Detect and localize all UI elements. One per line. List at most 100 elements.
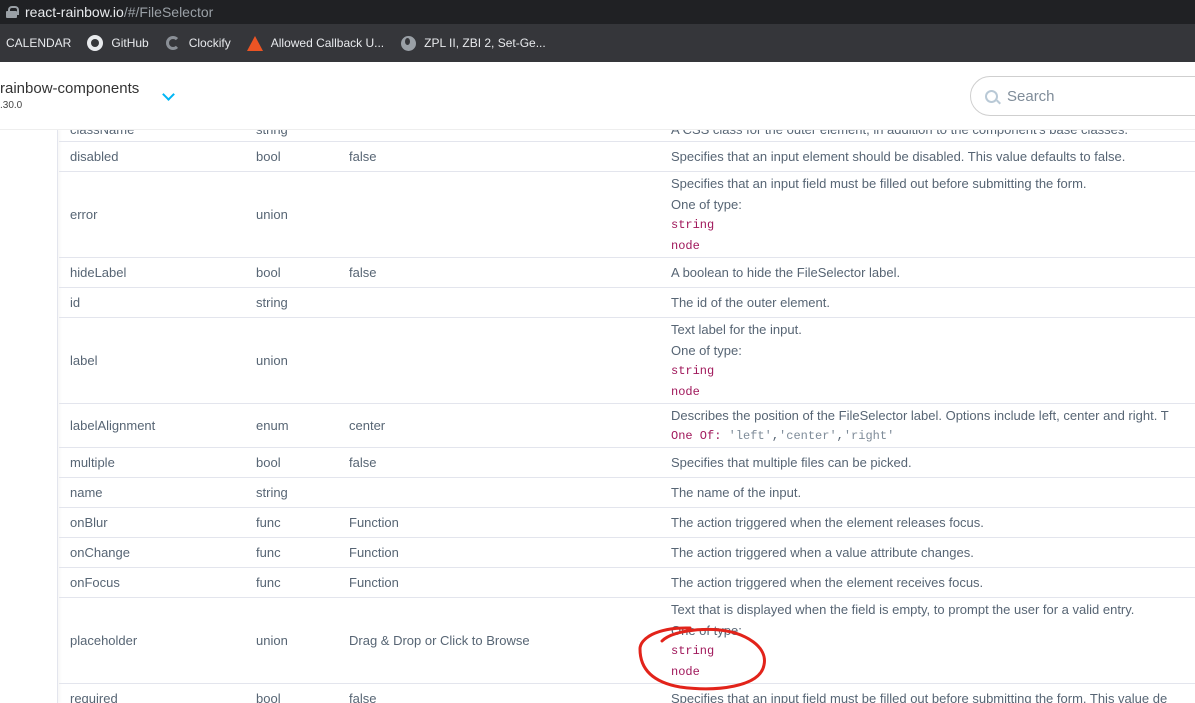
prop-default: false — [349, 149, 377, 164]
description-line: Specifies that an input element should b… — [671, 149, 1126, 164]
table-row: labelAlignment enum center Describes the po… — [59, 404, 1195, 448]
table-row: name string The name of the input. — [59, 478, 1195, 508]
prop-default: Function — [349, 575, 399, 590]
prop-name: disabled — [70, 149, 119, 164]
description-line: A boolean to hide the FileSelector label… — [671, 265, 901, 280]
prop-name: className — [70, 130, 134, 141]
description-line: The id of the outer element. — [671, 295, 830, 310]
brand[interactable]: rainbow-components .30.0 — [0, 80, 139, 111]
search-icon — [985, 89, 998, 103]
search-box[interactable] — [970, 76, 1195, 116]
type-code: node — [671, 384, 700, 399]
description-line: The action triggered when the element re… — [671, 575, 984, 590]
enum-label: One Of: — [671, 428, 722, 443]
prop-name: error — [70, 207, 98, 222]
bookmark-3[interactable]: Allowed Callback U... — [246, 35, 385, 51]
type-code: string — [671, 643, 715, 658]
table-row: onChange func Function The action triggered… — [59, 538, 1195, 568]
table-row: hideLabel bool false A boolean to hide the … — [59, 258, 1195, 288]
prop-type: func — [256, 515, 281, 530]
lock-icon — [6, 6, 19, 18]
prop-description: Specifies that an input field must be fi… — [671, 684, 1167, 703]
bookmark-1[interactable]: GitHub — [87, 35, 149, 51]
sidebar-edge — [0, 130, 58, 703]
bookmark-0[interactable]: CALENDAR — [6, 36, 71, 50]
type-code: string — [671, 217, 715, 232]
table-row: required bool false Specifies that an input… — [59, 684, 1195, 703]
prop-default: Function — [349, 545, 399, 560]
table-row: label union Text label for the input. One o… — [59, 318, 1195, 404]
prop-description: Specifies that an input field must be fi… — [671, 172, 1087, 257]
prop-description: The action triggered when the element re… — [671, 568, 983, 597]
prop-default: Function — [349, 515, 399, 530]
table-row: placeholder union Drag & Drop or Click to … — [59, 598, 1195, 684]
url-text[interactable]: react-rainbow.io/#/FileSelector — [25, 4, 213, 20]
version-label: .30.0 — [0, 100, 23, 111]
bookmark-label: Clockify — [188, 36, 231, 50]
prop-type: string — [256, 295, 288, 310]
prop-default: false — [349, 455, 377, 470]
description-line: Specifies that an input field must be fi… — [671, 691, 1168, 703]
type-code: node — [671, 664, 700, 679]
bookmark-2[interactable]: Clockify — [165, 35, 231, 51]
bookmark-label: CALENDAR — [6, 36, 72, 50]
description-line: A CSS class for the outer element, in ad… — [671, 130, 1128, 140]
table-row: onFocus func Function The action triggered … — [59, 568, 1195, 598]
prop-name: multiple — [70, 455, 115, 470]
table-row: disabled bool false Specifies that an input… — [59, 142, 1195, 172]
enum-value: 'left' — [728, 428, 772, 443]
prop-name: labelAlignment — [70, 418, 156, 433]
prop-type: string — [256, 130, 288, 141]
prop-name: placeholder — [70, 633, 138, 648]
prop-name: hideLabel — [70, 265, 127, 280]
description-line: The name of the input. — [671, 485, 802, 500]
description-line: The action triggered when a value attrib… — [671, 545, 974, 560]
prop-type: bool — [256, 455, 281, 470]
prop-description: The id of the outer element. — [671, 288, 830, 317]
prop-type: bool — [256, 149, 281, 164]
bookmark-label: Allowed Callback U... — [270, 36, 385, 50]
description-line: One of type: — [671, 342, 742, 358]
table-row: id string The id of the outer element. — [59, 288, 1195, 318]
description-line: One of type: — [671, 622, 742, 638]
description-line: Text that is displayed when the field is… — [671, 601, 1135, 617]
prop-default: Drag & Drop or Click to Browse — [349, 633, 530, 648]
bookmark-label: ZPL II, ZBI 2, Set-Ge... — [424, 36, 546, 50]
prop-default: false — [349, 691, 377, 703]
prop-description: Text label for the input. One of type: str… — [671, 318, 802, 403]
prop-type: union — [256, 633, 288, 648]
bookmark-4[interactable]: ZPL II, ZBI 2, Set-Ge... — [400, 35, 546, 51]
table-row: onBlur func Function The action triggered w… — [59, 508, 1195, 538]
prop-type: func — [256, 545, 281, 560]
prop-description: The action triggered when the element re… — [671, 508, 984, 537]
search-input[interactable] — [1007, 87, 1195, 105]
type-code: node — [671, 238, 700, 253]
table-row: error union Specifies that an input field … — [59, 172, 1195, 258]
prop-name: name — [70, 485, 103, 500]
prop-type: string — [256, 485, 288, 500]
description-line: Specifies that multiple files can be pic… — [671, 455, 912, 470]
prop-name: onBlur — [70, 515, 108, 530]
chevron-down-icon[interactable] — [162, 88, 175, 101]
globe-icon — [400, 35, 416, 51]
prop-type: enum — [256, 418, 289, 433]
address-bar[interactable]: react-rainbow.io/#/FileSelector — [0, 0, 1195, 24]
prop-name: required — [70, 691, 118, 703]
enum-value: 'right' — [843, 428, 895, 443]
description-line: Specifies that an input field must be fi… — [671, 175, 1087, 191]
prop-description: Specifies that multiple files can be pic… — [671, 448, 912, 477]
prop-type: func — [256, 575, 281, 590]
prop-description: Text that is displayed when the field is… — [671, 598, 1134, 683]
prop-type: bool — [256, 691, 281, 703]
prop-description: Specifies that an input element should b… — [671, 142, 1125, 171]
type-code: string — [671, 363, 715, 378]
description-line: One of type: — [671, 196, 742, 212]
main-content: className string A CSS class for the outer… — [0, 130, 1195, 703]
bookmark-label: GitHub — [111, 36, 149, 50]
table-row: multiple bool false Specifies that multiple… — [59, 448, 1195, 478]
github-icon — [87, 35, 104, 51]
description-line: The action triggered when the element re… — [671, 515, 984, 530]
prop-description: The name of the input. — [671, 478, 801, 507]
bookmarks-bar: CALENDAR GitHub Clockify Allowed Callback U… — [0, 24, 1195, 62]
prop-default: false — [349, 265, 377, 280]
